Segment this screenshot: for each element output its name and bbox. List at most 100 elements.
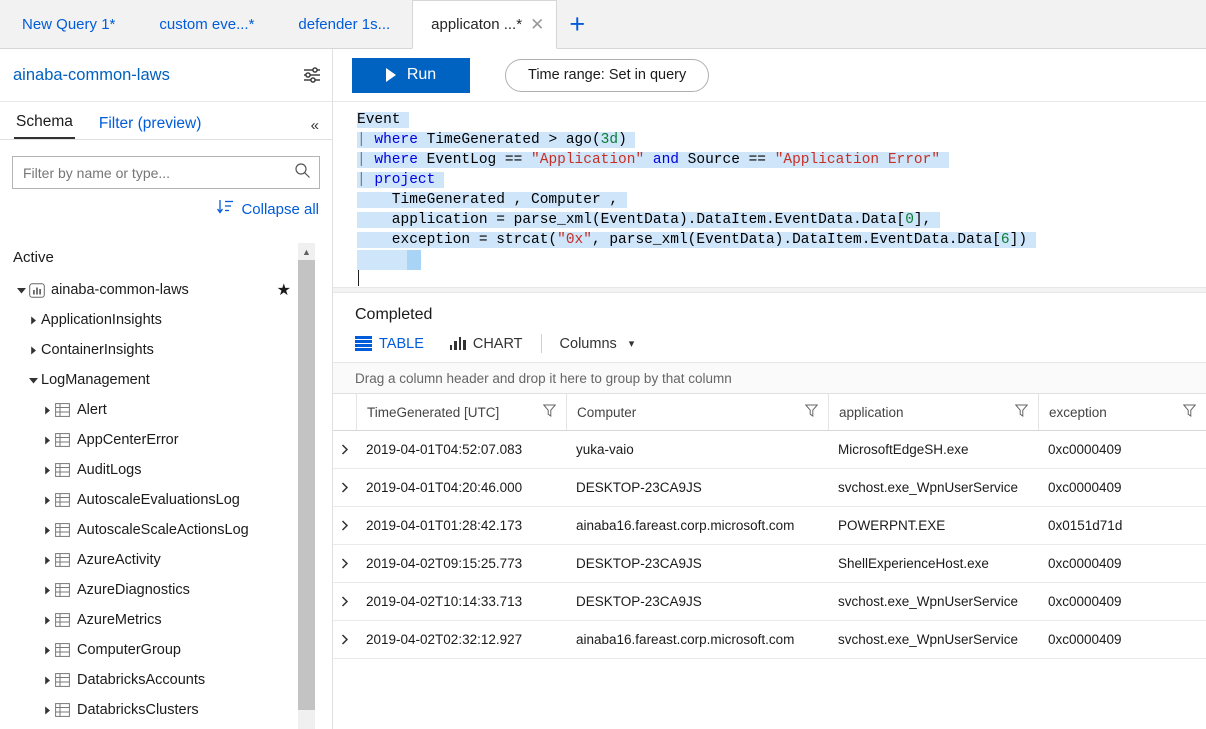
table-row[interactable]: 2019-04-02T02:32:12.927 ainaba16.fareast.… xyxy=(333,621,1206,659)
funnel-icon[interactable] xyxy=(1175,404,1197,420)
tree-node-appcentererror[interactable]: AppCenterError xyxy=(13,425,333,455)
tree-node-computergroup[interactable]: ComputerGroup xyxy=(13,635,333,665)
cell-exception: 0xc0000409 xyxy=(1048,594,1122,609)
workspace-name[interactable]: ainaba-common-laws xyxy=(13,66,292,85)
column-header-exception[interactable]: exception xyxy=(1038,394,1206,430)
view-table-button[interactable]: TABLE xyxy=(355,336,424,352)
chevron-right-icon[interactable] xyxy=(39,676,55,685)
query-tab-bar: New Query 1* custom eve...* defender 1s...… xyxy=(0,0,1206,49)
chevron-right-icon[interactable] xyxy=(39,406,55,415)
sliders-icon[interactable] xyxy=(292,65,332,85)
chevron-right-icon[interactable] xyxy=(39,556,55,565)
chevron-down-icon[interactable] xyxy=(13,286,29,295)
sidebar-tabs: Schema Filter (preview) « xyxy=(0,102,332,140)
tree-node-label: AzureActivity xyxy=(77,552,161,568)
tree-node-azureactivity[interactable]: AzureActivity xyxy=(13,545,333,575)
query-tab-1[interactable]: custom eve...* xyxy=(137,0,276,48)
chevron-right-icon[interactable] xyxy=(25,346,41,355)
chevron-right-icon[interactable] xyxy=(39,586,55,595)
chevron-right-icon[interactable] xyxy=(333,507,356,544)
tree-node-autoscaleevaluationslog[interactable]: AutoscaleEvaluationsLog xyxy=(13,485,333,515)
funnel-icon[interactable] xyxy=(797,404,819,420)
column-header-label: Computer xyxy=(577,404,637,420)
time-range-picker[interactable]: Time range: Set in query xyxy=(505,58,710,92)
tree-node-logmanagement[interactable]: LogManagement xyxy=(13,365,333,395)
table-row[interactable]: 2019-04-01T04:52:07.083 yuka-vaio Microsof… xyxy=(333,431,1206,469)
tree-node-azuremetrics[interactable]: AzureMetrics xyxy=(13,605,333,635)
table-row[interactable]: 2019-04-01T01:28:42.173 ainaba16.fareast.… xyxy=(333,507,1206,545)
scrollbar-thumb[interactable] xyxy=(298,260,315,710)
schema-tree-scrollbar[interactable]: ▲ xyxy=(298,243,315,729)
collapse-panel-icon[interactable]: « xyxy=(311,118,319,133)
chevron-right-icon[interactable] xyxy=(39,436,55,445)
chevron-right-icon[interactable] xyxy=(39,646,55,655)
table-icon xyxy=(55,433,77,447)
funnel-icon[interactable] xyxy=(1007,404,1029,420)
cell-time: 2019-04-01T01:28:42.173 xyxy=(366,518,523,533)
chevron-right-icon[interactable] xyxy=(39,706,55,715)
tree-node-applicationinsights[interactable]: ApplicationInsights xyxy=(13,305,333,335)
tree-node-auditlogs[interactable]: AuditLogs xyxy=(13,455,333,485)
close-icon[interactable]: ✕ xyxy=(530,16,544,33)
cell-exception: 0x0151d71d xyxy=(1048,518,1123,533)
new-tab-button[interactable]: + xyxy=(557,0,597,48)
tree-node-label: AutoscaleEvaluationsLog xyxy=(77,492,240,508)
table-row[interactable]: 2019-04-02T10:14:33.713 DESKTOP-23CA9JS sv… xyxy=(333,583,1206,621)
column-header-time[interactable]: TimeGenerated [UTC] xyxy=(356,394,566,430)
chevron-right-icon[interactable] xyxy=(333,431,356,468)
chevron-right-icon[interactable] xyxy=(333,621,356,658)
column-header-application[interactable]: application xyxy=(828,394,1038,430)
tree-node-containerinsights[interactable]: ContainerInsights xyxy=(13,335,333,365)
funnel-icon[interactable] xyxy=(535,404,557,420)
chevron-down-icon: ▾ xyxy=(628,338,635,350)
run-button[interactable]: Run xyxy=(352,57,470,93)
sort-descending-icon xyxy=(217,199,234,220)
table-icon xyxy=(55,703,77,717)
query-editor[interactable]: Event | where TimeGenerated > ago(3d) | … xyxy=(333,102,1206,287)
tree-node-autoscalescaleactionslog[interactable]: AutoscaleScaleActionsLog xyxy=(13,515,333,545)
chevron-right-icon[interactable] xyxy=(39,616,55,625)
query-tab-2[interactable]: defender 1s... xyxy=(276,0,412,48)
tab-filter-preview[interactable]: Filter (preview) xyxy=(97,115,203,139)
chevron-right-icon[interactable] xyxy=(333,545,356,582)
cell-time: 2019-04-02T10:14:33.713 xyxy=(366,594,523,609)
cell-exception: 0xc0000409 xyxy=(1048,632,1122,647)
tree-node-ainaba-common-laws[interactable]: ainaba-common-laws ★ xyxy=(13,275,333,305)
column-header-label: TimeGenerated [UTC] xyxy=(367,404,500,420)
column-header-computer[interactable]: Computer xyxy=(566,394,828,430)
tab-schema[interactable]: Schema xyxy=(14,113,75,139)
columns-menu-label: Columns xyxy=(559,335,617,352)
tree-node-azurediagnostics[interactable]: AzureDiagnostics xyxy=(13,575,333,605)
tree-node-databricksaccounts[interactable]: DatabricksAccounts xyxy=(13,665,333,695)
view-table-label: TABLE xyxy=(379,335,424,352)
group-by-drop-area[interactable]: Drag a column header and drop it here to… xyxy=(333,362,1206,394)
columns-menu-button[interactable]: Columns ▾ xyxy=(560,336,635,352)
schema-filter-input[interactable] xyxy=(23,164,294,181)
cell-exception: 0xc0000409 xyxy=(1048,442,1122,457)
collapse-all-button[interactable]: Collapse all xyxy=(0,189,332,220)
bar-chart-icon xyxy=(449,337,466,350)
query-line: application = parse_xml(EventData).DataI… xyxy=(333,210,1206,230)
chevron-down-icon[interactable] xyxy=(25,376,41,385)
chevron-right-icon[interactable] xyxy=(333,469,356,506)
workspace-row: ainaba-common-laws xyxy=(0,49,332,102)
chevron-right-icon[interactable] xyxy=(25,316,41,325)
view-chart-button[interactable]: CHART xyxy=(449,336,523,352)
table-row[interactable]: 2019-04-01T04:20:46.000 DESKTOP-23CA9JS sv… xyxy=(333,469,1206,507)
cell-computer: DESKTOP-23CA9JS xyxy=(576,594,702,609)
chevron-right-icon[interactable] xyxy=(39,526,55,535)
search-icon[interactable] xyxy=(294,162,311,184)
table-row[interactable]: 2019-04-02T09:15:25.773 DESKTOP-23CA9JS Sh… xyxy=(333,545,1206,583)
query-tab-0[interactable]: New Query 1* xyxy=(0,0,137,48)
chevron-right-icon[interactable] xyxy=(39,496,55,505)
chevron-right-icon[interactable] xyxy=(39,466,55,475)
scroll-up-icon[interactable]: ▲ xyxy=(298,243,315,260)
tree-node-databricksclusters[interactable]: DatabricksClusters xyxy=(13,695,333,725)
table-icon xyxy=(55,493,77,507)
favorite-star-icon[interactable]: ★ xyxy=(277,280,291,300)
play-icon xyxy=(385,68,396,82)
chevron-right-icon[interactable] xyxy=(333,583,356,620)
group-by-hint-label: Drag a column header and drop it here to… xyxy=(355,370,732,386)
tree-node-alert[interactable]: Alert xyxy=(13,395,333,425)
query-tab-3[interactable]: applicaton ...* ✕ xyxy=(412,0,558,49)
